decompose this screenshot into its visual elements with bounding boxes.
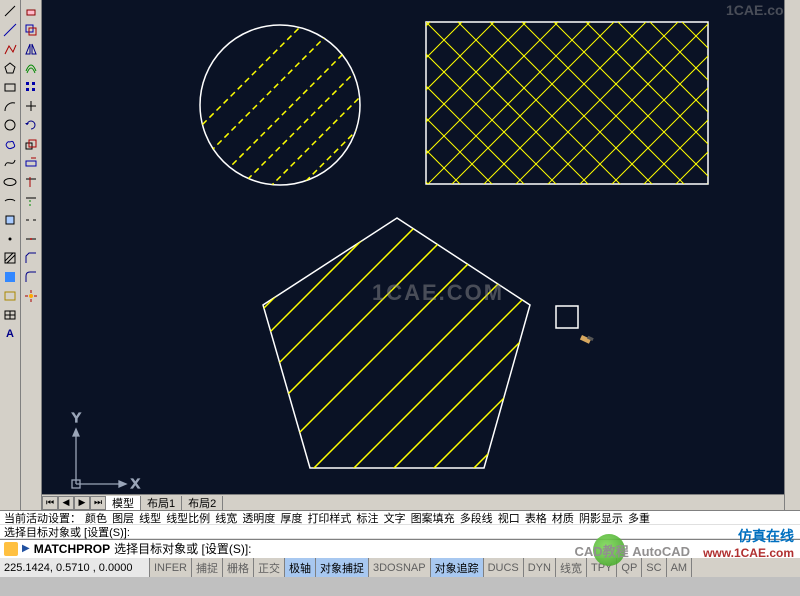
wechat-icon [593, 534, 625, 566]
settings-property: 多重 [628, 513, 650, 525]
command-window: 当前活动设置： 颜色 图层 线型 线型比例 线宽 透明度 厚度 打印样式 标注 … [0, 510, 800, 557]
fillet-tool[interactable] [22, 268, 40, 286]
text-tool[interactable]: A [1, 325, 19, 343]
settings-property: 表格 [525, 513, 547, 525]
scale-tool[interactable] [22, 135, 40, 153]
status-toggle-ducs[interactable]: DUCS [484, 558, 524, 577]
settings-property: 文字 [384, 513, 406, 525]
arc-tool[interactable] [1, 97, 19, 115]
command-prompt[interactable]: ▶ MATCHPROP 选择目标对象或 [设置(S)]: [0, 539, 800, 557]
status-bar: 225.1424, 0.5710 , 0.0000 INFER捕捉栅格正交极轴对… [0, 557, 800, 577]
settings-property: 图案填充 [411, 513, 455, 525]
move-tool[interactable] [22, 97, 40, 115]
settings-property: 线型 [139, 513, 161, 525]
prompt-arrow-icon: ▶ [22, 543, 30, 554]
polyline-tool[interactable] [1, 40, 19, 58]
gradient-tool[interactable] [1, 268, 19, 286]
settings-property: 线宽 [215, 513, 237, 525]
ellipse-tool[interactable] [1, 173, 19, 191]
command-input[interactable] [256, 542, 797, 556]
status-toggle-栅格[interactable]: 栅格 [223, 558, 254, 577]
break-tool[interactable] [22, 230, 40, 248]
status-toggle-对象捕捉[interactable]: 对象捕捉 [316, 558, 369, 577]
drawing-area[interactable]: X Y 1CAE.COM 1CAE.com ⏮ ◀ ▶ ⏭ 模型 布局1 布局2 [42, 0, 800, 510]
draw-toolbar: A [0, 0, 21, 510]
revcloud-tool[interactable] [1, 135, 19, 153]
command-prompt-text: 选择目标对象或 [设置(S)]: [114, 540, 251, 557]
circle-tool[interactable] [1, 116, 19, 134]
settings-property: 材质 [552, 513, 574, 525]
trim-tool[interactable] [22, 173, 40, 191]
line-tool[interactable] [1, 2, 19, 20]
y-axis-label: Y [72, 410, 81, 425]
settings-property: 线型比例 [166, 513, 210, 525]
offset-tool[interactable] [22, 59, 40, 77]
tab-next-icon[interactable]: ▶ [74, 496, 90, 510]
polygon-tool[interactable] [1, 59, 19, 77]
stretch-tool[interactable] [22, 154, 40, 172]
vertical-scrollbar[interactable] [784, 0, 800, 510]
tab-layout1[interactable]: 布局1 [141, 496, 182, 510]
break-at-tool[interactable] [22, 211, 40, 229]
tab-last-icon[interactable]: ⏭ [90, 496, 106, 510]
command-history-line2: 选择目标对象或 [设置(S)]: [0, 525, 800, 539]
settings-property: 打印样式 [307, 513, 351, 525]
layout-tabs-bar: ⏮ ◀ ▶ ⏭ 模型 布局1 布局2 [42, 494, 784, 510]
tab-model[interactable]: 模型 [106, 496, 141, 510]
status-toggle-qp[interactable]: QP [617, 558, 642, 577]
ellipse-arc-tool[interactable] [1, 192, 19, 210]
tab-layout2[interactable]: 布局2 [182, 496, 223, 510]
x-axis-label: X [131, 476, 140, 491]
modify-toolbar [21, 0, 42, 510]
status-toggle-infer[interactable]: INFER [150, 558, 192, 577]
extend-tool[interactable] [22, 192, 40, 210]
settings-property: 透明度 [242, 513, 275, 525]
mirror-tool[interactable] [22, 40, 40, 58]
erase-tool[interactable] [22, 2, 40, 20]
settings-property: 视口 [498, 513, 520, 525]
point-tool[interactable] [1, 230, 19, 248]
command-icon [4, 542, 18, 556]
command-name: MATCHPROP [34, 542, 110, 556]
status-toggle-sc[interactable]: SC [642, 558, 666, 577]
block-tool[interactable] [1, 211, 19, 229]
coordinate-display[interactable]: 225.1424, 0.5710 , 0.0000 [0, 558, 150, 577]
construction-line-tool[interactable] [1, 21, 19, 39]
settings-property: 多段线 [460, 513, 493, 525]
spline-tool[interactable] [1, 154, 19, 172]
hatch-tool[interactable] [1, 249, 19, 267]
table-tool[interactable] [1, 306, 19, 324]
status-toggle-线宽[interactable]: 线宽 [556, 558, 587, 577]
explode-tool[interactable] [22, 287, 40, 305]
chamfer-tool[interactable] [22, 249, 40, 267]
status-toggle-am[interactable]: AM [667, 558, 693, 577]
status-toggle-dyn[interactable]: DYN [524, 558, 556, 577]
array-tool[interactable] [22, 78, 40, 96]
rectangle-tool[interactable] [1, 78, 19, 96]
settings-property: 标注 [357, 513, 379, 525]
status-toggle-正交[interactable]: 正交 [254, 558, 285, 577]
settings-property: 厚度 [280, 513, 302, 525]
copy-tool[interactable] [22, 21, 40, 39]
status-toggle-3dosnap[interactable]: 3DOSNAP [369, 558, 431, 577]
settings-property: 阴影显示 [579, 513, 623, 525]
status-toggle-捕捉[interactable]: 捕捉 [192, 558, 223, 577]
tab-first-icon[interactable]: ⏮ [42, 496, 58, 510]
rotate-tool[interactable] [22, 116, 40, 134]
tab-prev-icon[interactable]: ◀ [58, 496, 74, 510]
status-toggle-对象追踪[interactable]: 对象追踪 [431, 558, 484, 577]
status-toggle-极轴[interactable]: 极轴 [285, 558, 316, 577]
region-tool[interactable] [1, 287, 19, 305]
